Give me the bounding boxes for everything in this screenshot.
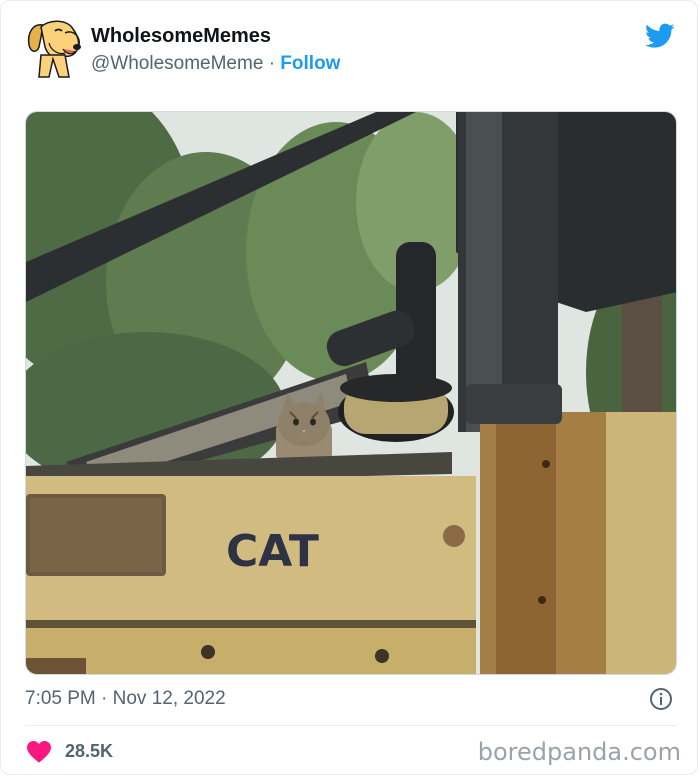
timestamp[interactable]: 7:05 PM · Nov 12, 2022 — [25, 688, 226, 709]
tweet-meta: 7:05 PM · Nov 12, 2022 — [25, 685, 677, 713]
cat-logo-text: CAT — [226, 526, 319, 577]
handle-line: @WholesomeMeme · Follow — [91, 51, 340, 77]
cat-on-bulldozer-photo: CAT — [26, 112, 676, 674]
avatar[interactable] — [25, 17, 85, 79]
heart-icon[interactable] — [27, 741, 51, 763]
like-count[interactable]: 28.5K — [65, 738, 113, 764]
tweet-photo[interactable]: CAT — [25, 111, 677, 675]
tweet-footer: 28.5K boredpanda.com — [25, 735, 681, 767]
info-icon[interactable] — [649, 687, 673, 711]
dog-avatar-icon — [27, 20, 81, 78]
tweet-card: WholesomeMemes @WholesomeMeme · Follow C… — [0, 0, 698, 775]
follow-button[interactable]: Follow — [280, 53, 340, 74]
tweet-header: WholesomeMemes @WholesomeMeme · Follow — [25, 17, 679, 87]
display-name[interactable]: WholesomeMemes — [91, 23, 340, 49]
twitter-bird-icon[interactable] — [645, 23, 675, 49]
author-info: WholesomeMemes @WholesomeMeme · Follow — [91, 23, 340, 77]
watermark: boredpanda.com — [477, 738, 681, 766]
handle[interactable]: @WholesomeMeme — [91, 53, 263, 74]
divider — [25, 725, 677, 726]
separator-dot: · — [268, 53, 276, 74]
